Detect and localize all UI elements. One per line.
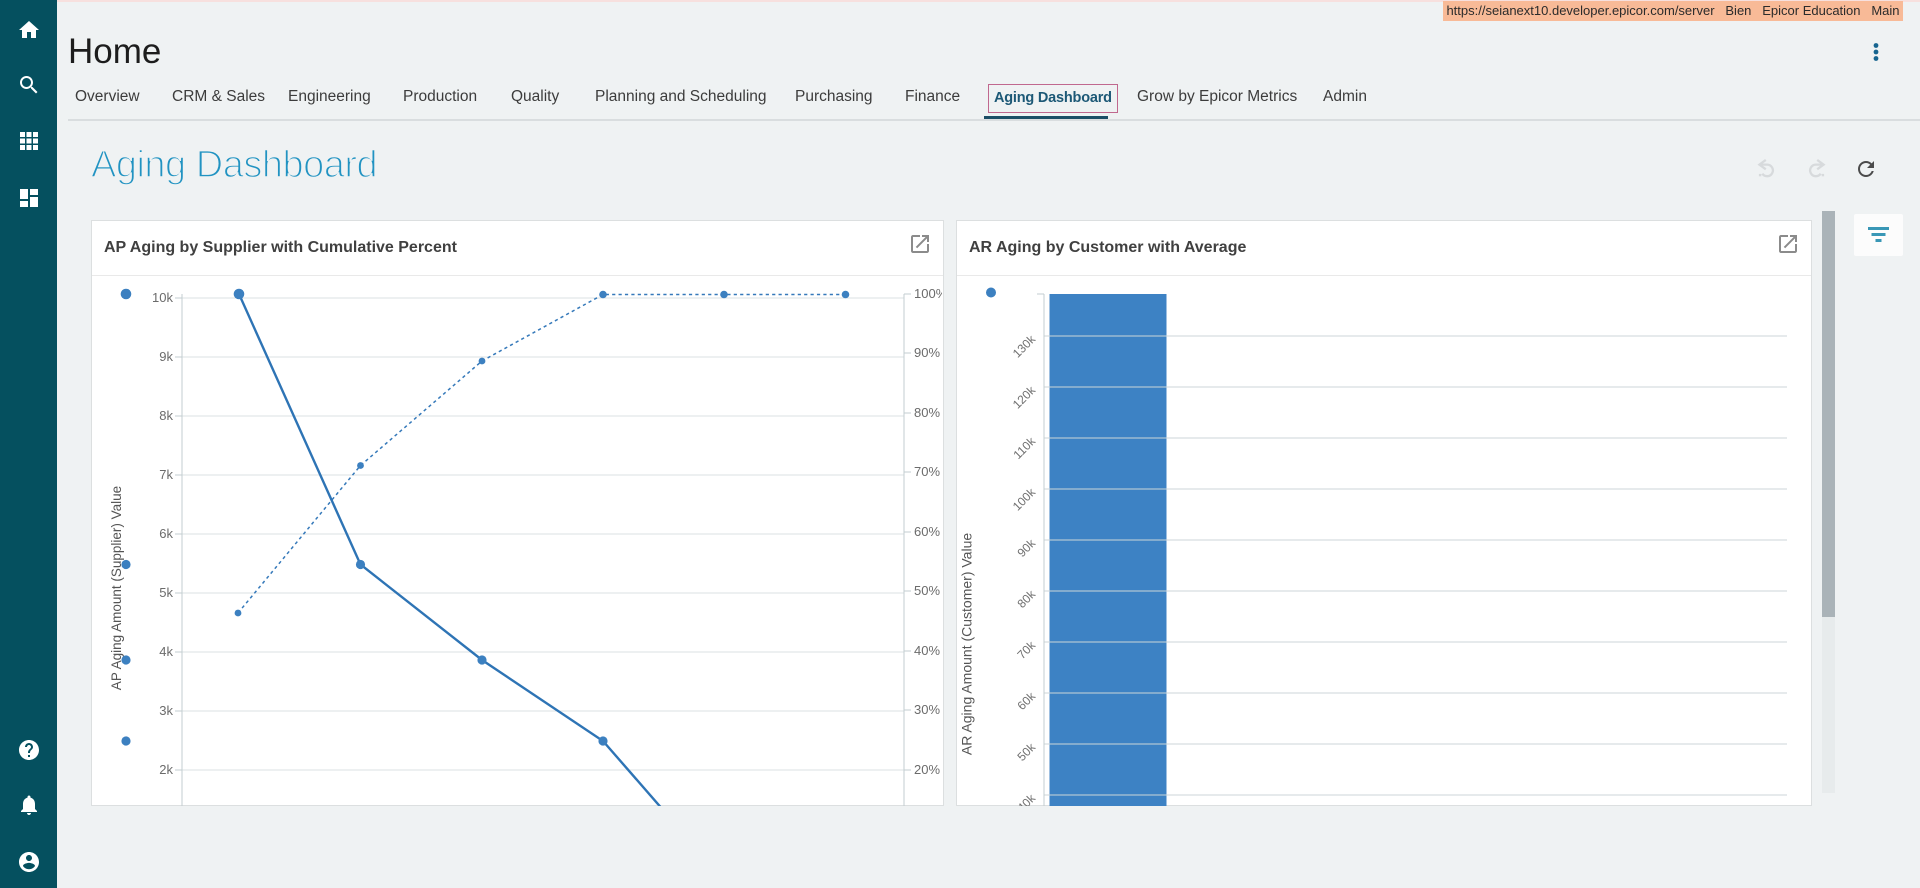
svg-text:30%: 30% xyxy=(914,702,940,717)
svg-text:10k: 10k xyxy=(152,290,173,305)
svg-text:70%: 70% xyxy=(914,464,940,479)
svg-text:120k: 120k xyxy=(1010,383,1039,412)
svg-text:8k: 8k xyxy=(159,408,173,423)
svg-text:70k: 70k xyxy=(1015,638,1039,662)
svg-text:60%: 60% xyxy=(914,524,940,539)
svg-text:100k: 100k xyxy=(1010,485,1039,514)
svg-text:130k: 130k xyxy=(1010,332,1039,361)
svg-text:6k: 6k xyxy=(159,526,173,541)
svg-text:90k: 90k xyxy=(1015,536,1039,560)
svg-text:60k: 60k xyxy=(1015,689,1039,713)
svg-text:9k: 9k xyxy=(159,349,173,364)
svg-text:100%: 100% xyxy=(914,286,942,301)
svg-text:20%: 20% xyxy=(914,762,940,777)
svg-text:40%: 40% xyxy=(914,643,940,658)
svg-text:3k: 3k xyxy=(159,703,173,718)
svg-text:80%: 80% xyxy=(914,405,940,420)
svg-text:2k: 2k xyxy=(159,762,173,777)
svg-text:4k: 4k xyxy=(159,644,173,659)
svg-text:110k: 110k xyxy=(1010,434,1038,462)
svg-text:80k: 80k xyxy=(1015,587,1039,611)
svg-text:AR Aging Amount (Customer) Val: AR Aging Amount (Customer) Value xyxy=(959,533,975,756)
svg-text:40k: 40k xyxy=(1015,791,1039,806)
svg-text:7k: 7k xyxy=(159,467,173,482)
svg-text:5k: 5k xyxy=(159,585,173,600)
svg-text:50k: 50k xyxy=(1015,740,1039,764)
svg-text:90%: 90% xyxy=(914,345,940,360)
svg-text:50%: 50% xyxy=(914,583,940,598)
